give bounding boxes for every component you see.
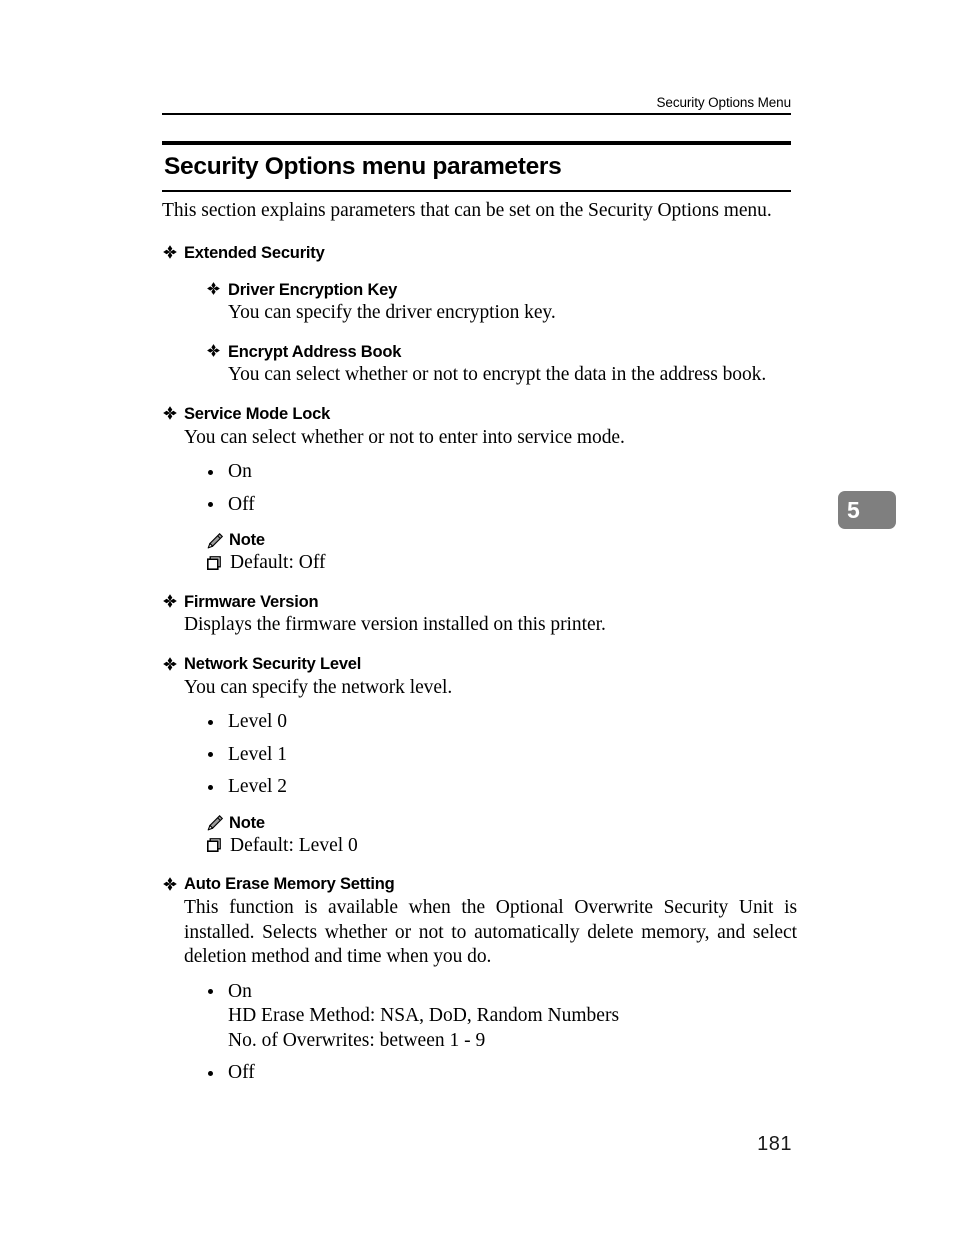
option-list: On Off — [184, 460, 797, 517]
page-content: This section explains parameters that ca… — [162, 199, 797, 1102]
section-heading: Network Security Level — [184, 655, 362, 674]
note-heading: Note — [206, 814, 797, 833]
list-item: On HD Erase Method: NSA, DoD, Random Num… — [206, 980, 797, 1054]
chapter-number: 5 — [847, 497, 860, 523]
diamond-bullet-icon — [162, 656, 178, 672]
note-item-text: Default: Level 0 — [230, 834, 358, 856]
page-number: 181 — [757, 1133, 792, 1155]
title-rule-bottom — [162, 189, 791, 192]
diamond-bullet-icon — [162, 244, 178, 260]
list-item: Level 0 — [206, 710, 797, 735]
list-item: Level 1 — [206, 743, 797, 768]
note-block: Note Default: Off — [206, 531, 797, 576]
subsection-encrypt-address-book: Encrypt Address Book You can select whet… — [206, 342, 797, 388]
diamond-bullet-icon — [162, 593, 178, 609]
option-list: On HD Erase Method: NSA, DoD, Random Num… — [184, 980, 797, 1086]
diamond-bullet-icon — [206, 343, 222, 359]
note-item-list: Default: Level 0 — [206, 834, 797, 859]
subsection-heading: Encrypt Address Book — [228, 342, 402, 361]
option-detail-line: HD Erase Method: NSA, DoD, Random Number… — [228, 1005, 620, 1027]
note-item: Default: Level 0 — [206, 834, 797, 859]
section-network-security-level: Network Security Level You can specify t… — [162, 654, 797, 858]
section-firmware-version: Firmware Version Displays the firmware v… — [162, 592, 797, 638]
section-description: You can select whether or not to enter i… — [184, 426, 625, 448]
section-heading: Firmware Version — [184, 592, 319, 611]
option-detail-line: No. of Overwrites: between 1 - 9 — [228, 1029, 486, 1051]
diamond-bullet-icon — [162, 876, 178, 892]
diamond-bullet-icon — [162, 405, 178, 421]
section-heading: Auto Erase Memory Setting — [184, 875, 395, 894]
section-description: Displays the firmware version installed … — [184, 614, 606, 636]
section-service-mode-lock: Service Mode Lock You can select whether… — [162, 404, 797, 576]
section-title-block: Security Options menu parameters — [162, 141, 791, 192]
note-item: Default: Off — [206, 551, 797, 576]
chapter-tab: 5 — [838, 491, 896, 529]
note-block: Note Default: Level 0 — [206, 814, 797, 859]
note-label: Note — [229, 813, 265, 832]
option-list: Level 0 Level 1 Level 2 — [184, 710, 797, 800]
page-title: Security Options menu parameters — [164, 153, 562, 180]
document-page: Security Options Menu Security Options m… — [0, 0, 954, 1235]
intro-paragraph: This section explains parameters that ca… — [162, 200, 772, 221]
subsection-description: You can specify the driver encryption ke… — [228, 302, 556, 324]
subsection-description: You can select whether or not to encrypt… — [228, 364, 767, 386]
pencil-icon — [206, 532, 224, 550]
note-item-list: Default: Off — [206, 551, 797, 576]
note-item-text: Default: Off — [230, 552, 326, 574]
list-item: On — [206, 460, 797, 485]
section-description: You can specify the network level. — [184, 676, 453, 698]
list-item: Off — [206, 493, 797, 518]
note-label: Note — [229, 531, 265, 550]
subsection-heading: Driver Encryption Key — [228, 280, 398, 299]
list-item: Off — [206, 1061, 797, 1086]
note-heading: Note — [206, 531, 797, 550]
section-heading: Extended Security — [184, 243, 325, 262]
list-item: Level 2 — [206, 775, 797, 800]
running-head-text: Security Options Menu — [656, 95, 792, 110]
subsection-driver-encryption-key: Driver Encryption Key You can specify th… — [206, 280, 797, 326]
section-description: This function is available when the Opti… — [184, 897, 797, 968]
header-divider — [162, 113, 791, 115]
diamond-bullet-icon — [206, 281, 222, 297]
option-label: On — [228, 980, 252, 1002]
pencil-icon — [206, 814, 224, 832]
section-auto-erase-memory-setting: Auto Erase Memory Setting This function … — [162, 874, 797, 1086]
section-extended-security: Extended Security Driver Encryption Key … — [162, 243, 797, 388]
section-heading: Service Mode Lock — [184, 404, 331, 423]
running-header: Security Options Menu — [162, 95, 791, 115]
